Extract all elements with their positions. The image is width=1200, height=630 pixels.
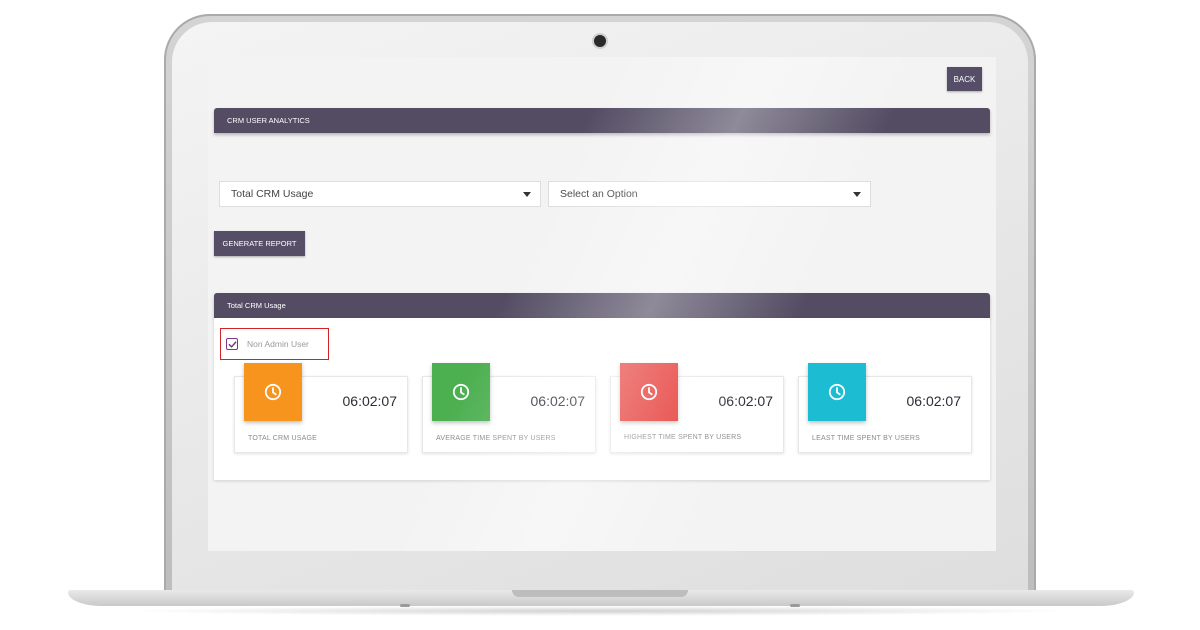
back-button[interactable]: BACK — [947, 67, 982, 91]
report-type-value: Total CRM Usage — [231, 188, 314, 200]
check-icon — [228, 340, 236, 348]
app-screen: BACK CRM USER ANALYTICS Total CRM Usage … — [208, 57, 996, 551]
clock-icon — [828, 383, 846, 401]
crm-user-analytics-header: CRM USER ANALYTICS — [214, 108, 990, 133]
laptop-foot — [400, 604, 410, 607]
stat-label: TOTAL CRM USAGE — [248, 435, 317, 442]
stat-card-average-time: 06:02:07 AVERAGE TIME SPENT BY USERS — [422, 363, 596, 453]
stat-card-total-usage: 06:02:07 TOTAL CRM USAGE — [234, 363, 408, 453]
non-admin-label: Non Admin User — [247, 339, 309, 349]
laptop-foot — [790, 604, 800, 607]
webcam-icon — [594, 35, 606, 47]
stat-icon-box — [808, 363, 866, 421]
stat-value: 06:02:07 — [906, 393, 962, 409]
clock-icon — [452, 383, 470, 401]
stat-value: 06:02:07 — [342, 393, 398, 409]
clock-icon — [264, 383, 282, 401]
laptop-notch — [512, 590, 688, 597]
stat-card-least-time: 06:02:07 LEAST TIME SPENT BY USERS — [798, 363, 972, 453]
stat-value: 06:02:07 — [530, 393, 586, 409]
chevron-down-icon — [523, 192, 531, 197]
report-type-select[interactable]: Total CRM Usage — [219, 181, 541, 207]
non-admin-checkbox[interactable] — [226, 338, 238, 350]
stat-card-highest-time: 06:02:07 HIGHEST TIME SPENT BY USERS — [610, 363, 784, 453]
laptop-shadow — [120, 606, 1080, 616]
results-title: Total CRM Usage — [227, 301, 286, 310]
stat-icon-box — [244, 363, 302, 421]
generate-report-button[interactable]: GENERATE REPORT — [214, 231, 305, 256]
stat-label: AVERAGE TIME SPENT BY USERS — [436, 435, 556, 442]
clock-icon — [640, 383, 658, 401]
stat-icon-box — [432, 363, 490, 421]
option-select[interactable]: Select an Option — [548, 181, 871, 207]
stat-icon-box — [620, 363, 678, 421]
option-select-value: Select an Option — [560, 188, 638, 200]
stat-label: LEAST TIME SPENT BY USERS — [812, 435, 920, 442]
non-admin-filter[interactable]: Non Admin User — [220, 328, 329, 360]
stat-value: 06:02:07 — [718, 393, 774, 409]
analytics-title: CRM USER ANALYTICS — [227, 116, 310, 125]
chevron-down-icon — [853, 192, 861, 197]
stat-label: HIGHEST TIME SPENT BY USERS — [624, 434, 742, 441]
total-crm-usage-header: Total CRM Usage — [214, 293, 990, 318]
